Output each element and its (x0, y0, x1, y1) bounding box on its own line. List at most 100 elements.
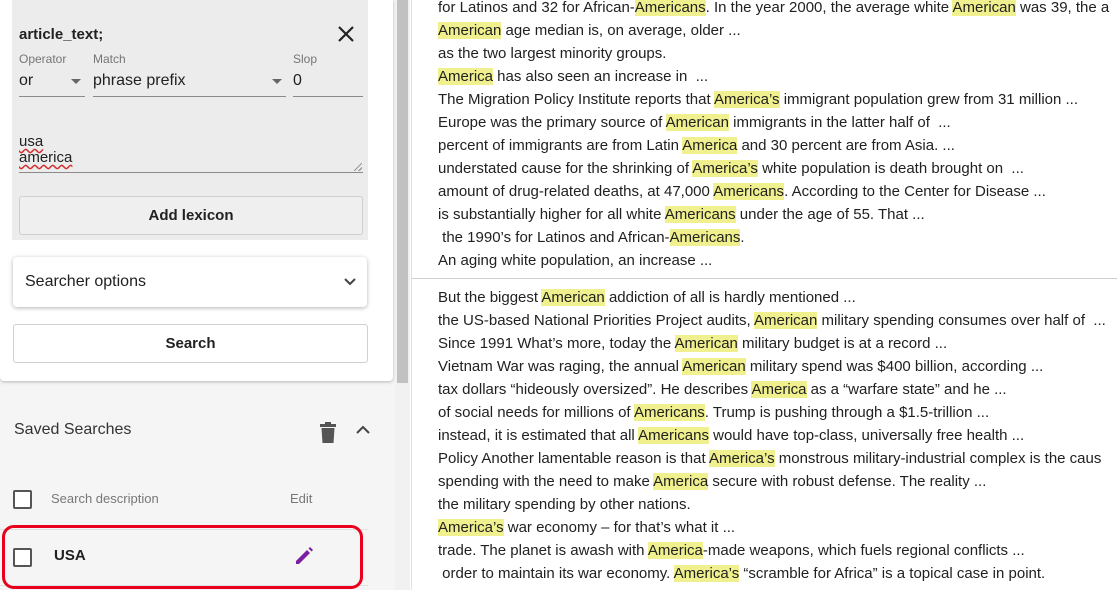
snippet-line: the military spending by other nations. (438, 493, 1106, 516)
left-panel: article_text; Operator or Match phrase p… (0, 0, 395, 590)
snippet-text: secure with robust defense. The reality … (708, 473, 987, 490)
snippet-text: order to maintain its war economy. (438, 565, 674, 582)
snippet-line: amount of drug-related deaths, at 47,000… (438, 180, 1109, 203)
snippet-text: the 1990’s for Latinos and African- (438, 229, 670, 246)
snippet-line: as the two largest minority groups. (438, 42, 1109, 65)
highlighted-term: America’s (713, 91, 780, 108)
highlighted-term: Americans (664, 206, 736, 223)
trash-icon[interactable] (319, 422, 337, 444)
snippet-text: monstrous military-industrial complex is… (774, 450, 1102, 467)
term-usa: usa (19, 133, 44, 150)
snippet-line: spending with the need to make America s… (438, 470, 1106, 493)
match-label: Match (93, 52, 126, 66)
snippet-text: Policy Another lamentable reason is that (438, 450, 709, 467)
snippet-text: has also seen an increase in ... (493, 68, 709, 85)
result-snippet-group: But the biggest American addiction of al… (438, 286, 1106, 585)
chevron-down-icon (344, 278, 356, 286)
highlighted-term: America’s (709, 450, 775, 467)
snippet-line: tax dollars “hideously oversized”. He de… (438, 378, 1106, 401)
highlighted-term: American (952, 0, 1016, 16)
snippet-text: war economy – for that’s what it ... (503, 519, 736, 536)
snippet-line: percent of immigrants are from Latin Ame… (438, 134, 1109, 157)
snippet-text: as a “warfare state” and he ... (806, 381, 1007, 398)
highlighted-term: Americans (633, 404, 705, 421)
snippet-text: age median is, on average, older ... (501, 22, 741, 39)
term-america: america (19, 149, 73, 166)
snippet-text: . (740, 229, 745, 246)
snippet-text: . In the year 2000, the average white (705, 0, 953, 16)
snippet-text: An aging white population, an increase .… (438, 252, 713, 269)
lexicon-terms-textarea[interactable]: usa america (19, 134, 363, 173)
snippet-text: military budget is at a record ... (737, 335, 948, 352)
snippet-text: instead, it is estimated that all (438, 427, 639, 444)
snippet-line: Policy Another lamentable reason is that… (438, 447, 1106, 470)
searcher-options-label: Searcher options (25, 273, 146, 290)
snippet-text: is substantially higher for all white (438, 206, 665, 223)
snippet-line: the 1990’s for Latinos and African-Ameri… (438, 226, 1109, 249)
snippet-text: military spend was $400 billion, accordi… (745, 358, 1044, 375)
lexicon-title: article_text; (19, 26, 104, 43)
snippet-line: Since 1991 What’s more, today the Americ… (438, 332, 1106, 355)
snippet-text: amount of drug-related deaths, at 47,000 (438, 183, 714, 200)
snippet-text: understated cause for the shrinking of (438, 160, 693, 177)
snippet-text: Europe was the primary source of (438, 114, 666, 131)
snippet-text: trade. The planet is awash with (438, 542, 648, 559)
select-all-checkbox[interactable] (13, 490, 32, 509)
highlighted-term: America (751, 381, 807, 398)
snippet-text: as the two largest minority groups. (438, 45, 667, 62)
snippet-line: Europe was the primary source of America… (438, 111, 1109, 134)
add-lexicon-button[interactable]: Add lexicon (19, 196, 363, 235)
snippet-line: the US-based National Priorities Project… (438, 309, 1106, 332)
snippet-line: America has also seen an increase in ... (438, 65, 1109, 88)
snippet-text: immigrants in the latter half of ... (728, 114, 951, 131)
search-button[interactable]: Search (13, 324, 368, 363)
highlighted-term: America (653, 473, 709, 490)
resize-handle-icon[interactable] (354, 163, 362, 171)
highlighted-term: America (647, 542, 703, 559)
snippet-text: and 30 percent are from Asia. ... (737, 137, 955, 154)
match-select[interactable]: phrase prefix (93, 68, 286, 97)
scrollbar-thumb[interactable] (397, 0, 408, 383)
snippet-text: under the age of 55. That ... (735, 206, 925, 223)
chevron-up-icon[interactable] (355, 424, 371, 436)
snippet-text: of social needs for millions of (438, 404, 634, 421)
snippet-text: military spending consumes over half of … (817, 312, 1106, 329)
snippet-text: . According to the Center for Disease ..… (784, 183, 1046, 200)
edit-pencil-icon[interactable] (293, 545, 315, 567)
highlighted-term: American (754, 312, 818, 329)
snippet-text: spending with the need to make (438, 473, 654, 490)
snippet-line: instead, it is estimated that all Americ… (438, 424, 1106, 447)
highlighted-term: American (541, 289, 605, 306)
row-checkbox[interactable] (13, 548, 32, 567)
snippet-text: would have top-class, universally free h… (708, 427, 1025, 444)
snippet-line: American age median is, on average, olde… (438, 19, 1109, 42)
highlighted-term: American (438, 22, 502, 39)
result-separator (412, 278, 1117, 279)
snippet-text: addiction of all is hardly mentioned ... (604, 289, 856, 306)
scrollbar[interactable] (395, 0, 410, 590)
snippet-line: The Migration Policy Institute reports t… (438, 88, 1109, 111)
highlighted-term: America’s (438, 519, 504, 536)
highlighted-term: American (682, 358, 746, 375)
highlighted-term: America’s (692, 160, 758, 177)
chevron-down-icon (272, 79, 282, 84)
snippet-text: Since 1991 What’s more, today the (438, 335, 675, 352)
snippet-text: percent of immigrants are from Latin (438, 137, 683, 154)
searcher-options-panel[interactable]: Searcher options (13, 257, 367, 307)
highlighted-term: Americans (634, 0, 706, 16)
saved-search-name: USA (54, 547, 86, 564)
highlighted-term: Americans (638, 427, 709, 444)
divider (0, 585, 368, 586)
highlighted-term: America (682, 137, 738, 154)
slop-input[interactable]: 0 (293, 68, 363, 97)
close-icon[interactable] (336, 24, 356, 44)
operator-select[interactable]: or (19, 68, 85, 97)
snippet-text: the military spending by other nations. (438, 496, 691, 513)
snippet-line: An aging white population, an increase .… (438, 249, 1109, 272)
lexicon-editor: article_text; Operator or Match phrase p… (12, 0, 368, 240)
snippet-line: order to maintain its war economy. Ameri… (438, 562, 1106, 585)
snippet-line: of social needs for millions of American… (438, 401, 1106, 424)
snippet-line: Vietnam War was raging, the annual Ameri… (438, 355, 1106, 378)
search-card: article_text; Operator or Match phrase p… (0, 0, 393, 381)
highlighted-term: Americans (669, 229, 741, 246)
